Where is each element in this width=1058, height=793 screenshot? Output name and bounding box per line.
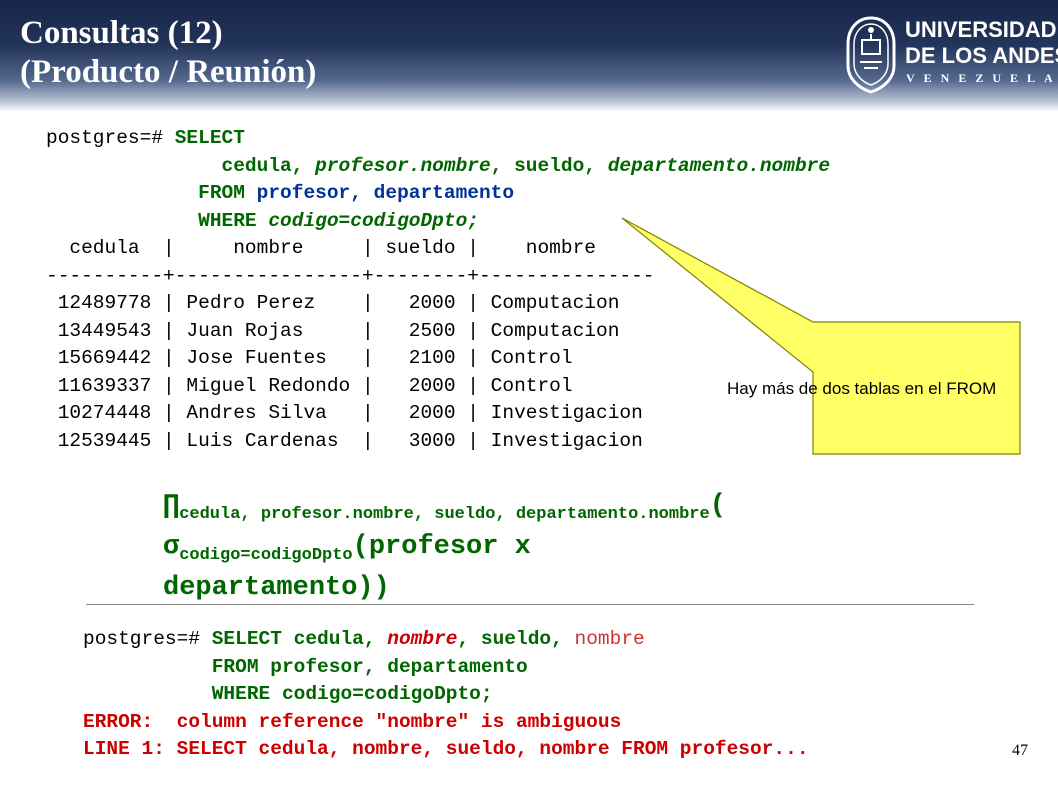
result-row: 13449543 | Juan Rojas | 2500 | Computaci… xyxy=(46,319,620,342)
pi-subscript: cedula, profesor.nombre, sueldo, departa… xyxy=(179,505,710,524)
result-row: 10274448 | Andres Silva | 2000 | Investi… xyxy=(46,402,643,424)
query2-from-line: FROM profesor, departamento xyxy=(211,655,528,678)
query2-code: postgres=# SELECT cedula, nombre, sueldo… xyxy=(83,626,809,764)
query1-prompt: postgres=# xyxy=(46,127,175,149)
query2-sep: , xyxy=(457,628,481,650)
error-line-detail: LINE 1: SELECT cedula, nombre, sueldo, n… xyxy=(83,738,809,760)
logo-text-line2: DE LOS ANDES xyxy=(905,43,1058,68)
query1-col2: profesor.nombre xyxy=(315,154,491,177)
university-logo: UNIVERSIDAD DE LOS ANDES VENEZUELA xyxy=(842,14,1058,94)
query2-col3: sueldo, xyxy=(480,628,575,650)
sigma-subscript: codigo=codigoDpto xyxy=(179,546,353,565)
title-line-1: Consultas (12) xyxy=(20,15,223,51)
logo-text-line3: VENEZUELA xyxy=(906,71,1058,85)
query1-where-cond: codigo=codigoDpto; xyxy=(268,209,479,232)
relational-algebra-expression: ∏cedula, profesor.nombre, sueldo, depart… xyxy=(163,490,726,605)
sigma-symbol: σ xyxy=(163,532,180,562)
query1-col4: departamento.nombre xyxy=(607,154,831,177)
algebra-line3: departamento)) xyxy=(163,573,390,603)
query1-where-kw: WHERE xyxy=(198,209,269,232)
query2-where-line: WHERE codigo=codigoDpto; xyxy=(211,683,493,705)
query2-col2: nombre xyxy=(387,628,458,650)
result-header: cedula | nombre | sueldo | nombre xyxy=(46,237,596,259)
result-separator: ----------+----------------+--------+---… xyxy=(46,264,655,287)
callout-text: Hay más de dos tablas en el FROM xyxy=(727,379,997,398)
slide-title: Consultas (12) (Producto / Reunión) xyxy=(20,14,316,92)
query1-from-tables: profesor, departamento xyxy=(256,182,515,204)
query2-col4: nombre xyxy=(574,628,645,650)
page-number: 47 xyxy=(1012,742,1028,759)
pi-symbol: ∏ xyxy=(163,491,180,521)
divider xyxy=(86,604,974,605)
query1-code: postgres=# SELECT cedula, profesor.nombr… xyxy=(46,125,830,455)
query2-col1: cedula, xyxy=(293,628,388,650)
query2-select-kw: SELECT xyxy=(211,628,294,650)
query1-from-kw: FROM xyxy=(198,182,257,204)
title-line-2: (Producto / Reunión) xyxy=(20,54,317,90)
result-row: 12539445 | Luis Cardenas | 3000 | Invest… xyxy=(46,429,643,452)
result-row: 12489778 | Pedro Perez | 2000 | Computac… xyxy=(46,292,620,314)
result-row: 11639337 | Miguel Redondo | 2000 | Contr… xyxy=(46,374,573,397)
error-message: ERROR: column reference "nombre" is ambi… xyxy=(83,710,622,733)
query1-select-kw: SELECT xyxy=(174,127,245,149)
query1-col3: sueldo, xyxy=(514,154,608,177)
result-row: 15669442 | Jose Fuentes | 2100 | Control xyxy=(46,347,573,369)
open-paren: ( xyxy=(709,491,726,521)
query2-prompt: postgres=# xyxy=(83,628,212,650)
university-seal-icon xyxy=(846,16,896,94)
query1-sep: , xyxy=(490,154,515,177)
query1-col1: cedula, xyxy=(221,154,316,177)
algebra-inner: (profesor x xyxy=(352,532,531,562)
logo-text-line1: UNIVERSIDAD xyxy=(905,17,1057,42)
